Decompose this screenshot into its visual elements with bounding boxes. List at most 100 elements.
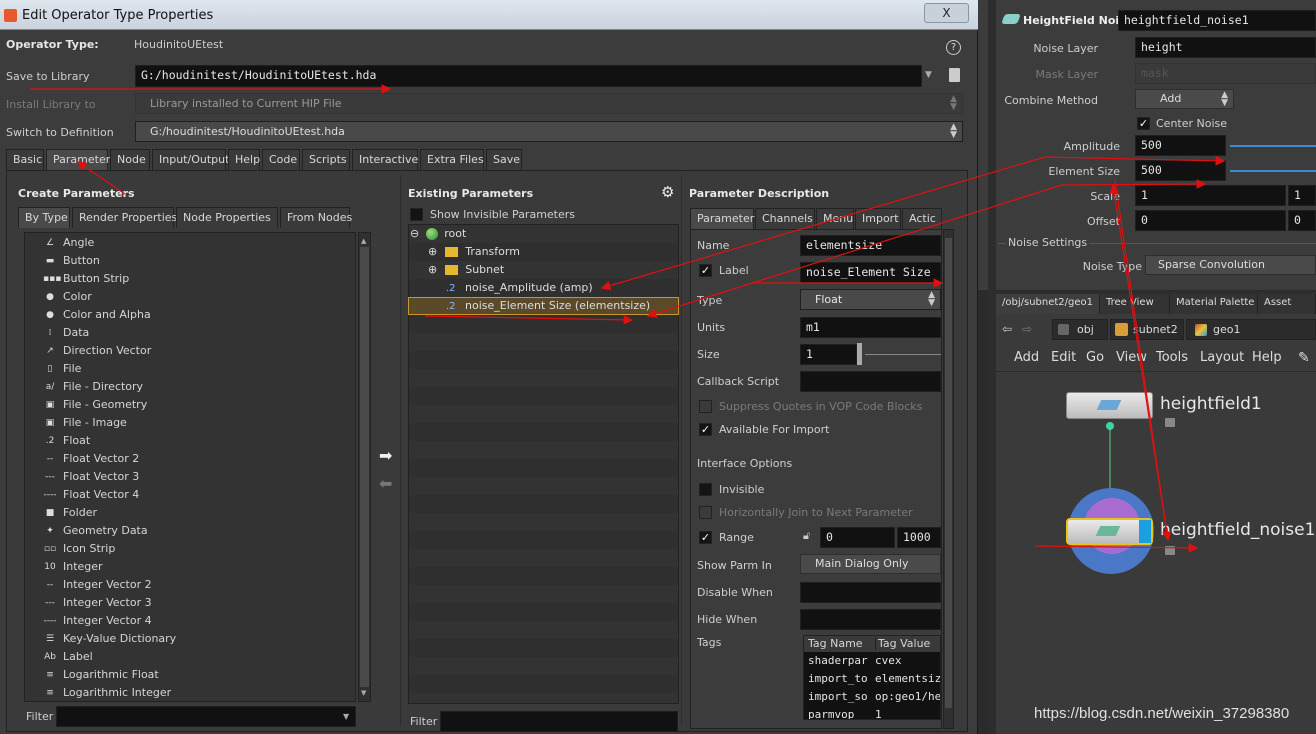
parameter-type-item[interactable]: ∠ Angle	[43, 234, 355, 252]
size-field[interactable]: 1	[800, 344, 857, 365]
collapse-icon[interactable]: ⊖	[410, 227, 419, 240]
tab-scripts[interactable]: Scripts	[302, 149, 350, 170]
tab-basic[interactable]: Basic	[6, 149, 44, 170]
splitter-1[interactable]	[400, 175, 404, 725]
range-min-field[interactable]: 0	[820, 527, 895, 548]
pd-tab-parameter[interactable]: Parameter	[690, 208, 754, 229]
combine-method-select[interactable]: Add ▲ ▼	[1135, 89, 1234, 109]
callback-script-field[interactable]	[800, 371, 941, 392]
parameter-type-item[interactable]: --- Float Vector 3	[43, 468, 355, 486]
heightfield-noise1-node[interactable]	[1066, 518, 1153, 545]
add-parameter-arrow-icon[interactable]: ➡	[379, 446, 392, 465]
show-parm-select[interactable]: Main Dialog Only	[800, 554, 941, 574]
subtab-by-type[interactable]: By Type	[18, 207, 70, 228]
available-import-checkbox[interactable]: ✓	[699, 423, 712, 436]
amplitude-slider[interactable]	[1230, 145, 1316, 147]
create-filter-input[interactable]	[56, 706, 356, 727]
element-size-field[interactable]: 500	[1135, 160, 1226, 181]
parameter-type-item[interactable]: ---- Integer Vector 4	[43, 612, 355, 630]
tag-row[interactable]: parmvop 1	[804, 706, 940, 719]
scale-y-field[interactable]: 1	[1288, 185, 1316, 206]
parameter-type-item[interactable]: ---- Float Vector 4	[43, 486, 355, 504]
parameter-type-item[interactable]: ▣ File - Geometry	[43, 396, 355, 414]
horiz-join-checkbox[interactable]	[699, 506, 712, 519]
heightfield1-output-dot[interactable]	[1106, 422, 1114, 430]
pd-tab-import[interactable]: Import	[855, 208, 901, 229]
save-to-library-field[interactable]: G:/houdinitest/HoudinitoUEtest.hda	[135, 65, 922, 87]
tree-param-elementsize[interactable]: .2 noise_Element Size (elementsize)	[446, 297, 650, 315]
tag-row[interactable]: import_so op:geo1/he	[804, 688, 940, 706]
pd-tab-channels[interactable]: Channels	[755, 208, 815, 229]
parameter-type-item[interactable]: --- Integer Vector 3	[43, 594, 355, 612]
center-noise-checkbox[interactable]: ✓	[1137, 117, 1150, 130]
size-slider[interactable]	[857, 343, 941, 366]
parameter-type-item[interactable]: ■ Folder	[43, 504, 355, 522]
parameter-type-item[interactable]: ☰ Key-Value Dictionary	[43, 630, 355, 648]
expand-icon[interactable]: ⊕	[428, 263, 437, 276]
tree-folder-subnet[interactable]: ⊕ Subnet	[428, 261, 504, 279]
scale-x-field[interactable]: 1	[1135, 185, 1286, 206]
tag-row[interactable]: shaderpar cvex	[804, 652, 940, 670]
suppress-quotes-checkbox[interactable]	[699, 400, 712, 413]
parameter-type-item[interactable]: ⁞ Data	[43, 324, 355, 342]
noise-type-select[interactable]: Sparse Convolution	[1145, 255, 1316, 275]
tab-parameters[interactable]: Parameters	[46, 149, 116, 170]
offset-x-field[interactable]: 0	[1135, 210, 1286, 231]
parameter-type-item[interactable]: ↗ Direction Vector	[43, 342, 355, 360]
tab-interactive[interactable]: Interactive	[352, 149, 418, 170]
parameter-type-item[interactable]: ● Color and Alpha	[43, 306, 355, 324]
parameter-type-item[interactable]: -- Integer Vector 2	[43, 576, 355, 594]
create-list-scrollbar[interactable]: ▲ ▼	[358, 232, 371, 702]
tree-folder-transform[interactable]: ⊕ Transform	[428, 243, 520, 261]
tab-input-output[interactable]: Input/Output	[152, 149, 229, 170]
file-browse-icon[interactable]	[949, 68, 960, 82]
close-button[interactable]: X	[924, 3, 969, 23]
tag-row[interactable]: import_to elementsiz	[804, 670, 940, 688]
disable-when-field[interactable]	[800, 582, 941, 603]
tree-root[interactable]: ⊖ root	[410, 225, 466, 243]
parameter-type-item[interactable]: ● Color	[43, 288, 355, 306]
parameter-type-item[interactable]: ▯ File	[43, 360, 355, 378]
label-field[interactable]: noise_Element Size	[800, 262, 941, 283]
switch-definition-field[interactable]: G:/houdinitest/HoudinitoUEtest.hda ▲ ▼	[135, 121, 963, 142]
save-library-dropdown-icon[interactable]: ▼	[925, 70, 932, 80]
name-field[interactable]: elementsize	[800, 235, 941, 256]
parameter-type-item[interactable]: Ab Label	[43, 648, 355, 666]
range-checkbox[interactable]: ✓	[699, 531, 712, 544]
parameter-type-item[interactable]: ✦ Geometry Data	[43, 522, 355, 540]
tab-help[interactable]: Help	[228, 149, 260, 170]
tree-param-amplitude[interactable]: .2 noise_Amplitude (amp)	[446, 279, 593, 297]
tab-code[interactable]: Code	[262, 149, 300, 170]
tab-save[interactable]: Save	[486, 149, 522, 170]
splitter-2[interactable]	[681, 175, 685, 725]
pd-tab-actic[interactable]: Actic	[902, 208, 942, 229]
parameter-type-item[interactable]: 10 Integer	[43, 558, 355, 576]
remove-parameter-arrow-icon[interactable]: ⬅	[379, 474, 392, 493]
subtab-node-properties[interactable]: Node Properties	[176, 207, 278, 228]
subtab-from-nodes[interactable]: From Nodes	[280, 207, 352, 228]
parameter-type-item[interactable]: a/File - Directory	[43, 378, 355, 396]
subtab-render-properties[interactable]: Render Properties	[72, 207, 177, 228]
settings-gear-icon[interactable]: ⚙	[661, 183, 674, 201]
invisible-checkbox[interactable]	[699, 483, 712, 496]
parameter-type-item[interactable]: ▬ Button	[43, 252, 355, 270]
range-lock-icon[interactable]: 🔓︎	[803, 529, 810, 543]
tab-extra-files[interactable]: Extra Files	[420, 149, 484, 170]
pd-tab-menu[interactable]: Menu	[816, 208, 854, 229]
range-max-field[interactable]: 1000	[897, 527, 941, 548]
param-description-scrollbar[interactable]	[943, 229, 954, 729]
parameter-type-item[interactable]: -- Float Vector 2	[43, 450, 355, 468]
label-checkbox[interactable]: ✓	[699, 264, 712, 277]
parameter-type-item[interactable]: ▪▪▪ Button Strip	[43, 270, 355, 288]
help-button[interactable]: ?	[946, 40, 961, 55]
type-select[interactable]: Float ▲ ▼	[800, 289, 941, 310]
show-invisible-checkbox[interactable]	[410, 208, 423, 221]
parameter-type-item[interactable]: .2 Float	[43, 432, 355, 450]
units-field[interactable]: m1	[800, 317, 941, 338]
node-name-field[interactable]: heightfield_noise1	[1118, 10, 1316, 31]
parameter-type-item[interactable]: ≡ Logarithmic Integer	[43, 684, 355, 701]
parameter-type-item[interactable]: ≡ Logarithmic Float	[43, 666, 355, 684]
element-size-slider[interactable]	[1230, 170, 1316, 172]
offset-y-field[interactable]: 0	[1288, 210, 1316, 231]
create-filter-dropdown-icon[interactable]: ▼	[343, 712, 349, 721]
